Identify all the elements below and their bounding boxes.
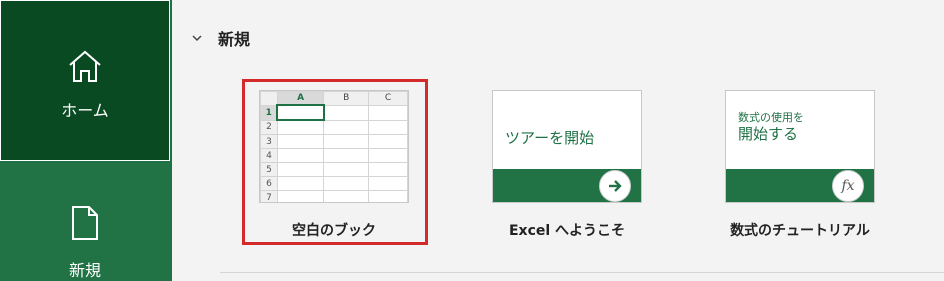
sidebar-item-label: ホーム bbox=[61, 101, 109, 120]
section-divider bbox=[220, 272, 944, 273]
function-icon: fx bbox=[832, 170, 864, 202]
row-header: 2 bbox=[260, 119, 278, 135]
row-header: 7 bbox=[260, 190, 278, 202]
column-header: C bbox=[368, 91, 408, 106]
template-label[interactable]: 空白のブック bbox=[214, 220, 454, 240]
template-blank-workbook[interactable]: A B C 1 2 3 4 5 6 7 bbox=[259, 90, 409, 203]
row-header: 3 bbox=[260, 134, 278, 149]
sidebar-item-new[interactable]: 新規 bbox=[0, 163, 170, 281]
section-title: 新規 bbox=[218, 30, 251, 49]
template-label[interactable]: Excel へようこそ bbox=[447, 220, 687, 240]
row-header: 6 bbox=[260, 176, 278, 191]
active-cell bbox=[276, 104, 325, 121]
template-label[interactable]: 数式のチュートリアル bbox=[680, 220, 920, 240]
row-header: 1 bbox=[260, 104, 278, 121]
section-header-new[interactable]: 新規 bbox=[192, 26, 250, 50]
template-formula-tutorial[interactable]: 数式の使用を 開始する fx bbox=[725, 90, 875, 203]
main-panel: 新規 A B C 1 2 3 4 5 6 7 空白のブック ツアーを開始 Exc… bbox=[172, 0, 944, 281]
row-header: 5 bbox=[260, 162, 278, 177]
sidebar: ホーム 新規 bbox=[0, 0, 172, 281]
column-header: A bbox=[276, 91, 325, 106]
template-thumb-text: ツアーを開始 bbox=[505, 129, 595, 147]
template-thumb-text-large: 開始する bbox=[738, 125, 799, 143]
column-header: B bbox=[323, 91, 370, 106]
sidebar-item-home[interactable]: ホーム bbox=[0, 0, 170, 161]
corner-cell bbox=[260, 91, 278, 106]
new-document-icon bbox=[70, 205, 100, 245]
home-icon bbox=[67, 49, 103, 87]
arrow-right-icon bbox=[599, 170, 631, 202]
template-excel-tour[interactable]: ツアーを開始 bbox=[492, 90, 642, 203]
spreadsheet-preview: A B C 1 2 3 4 5 6 7 bbox=[260, 91, 408, 202]
row-header: 4 bbox=[260, 148, 278, 163]
sidebar-item-label: 新規 bbox=[68, 261, 101, 280]
chevron-down-icon bbox=[192, 35, 202, 42]
